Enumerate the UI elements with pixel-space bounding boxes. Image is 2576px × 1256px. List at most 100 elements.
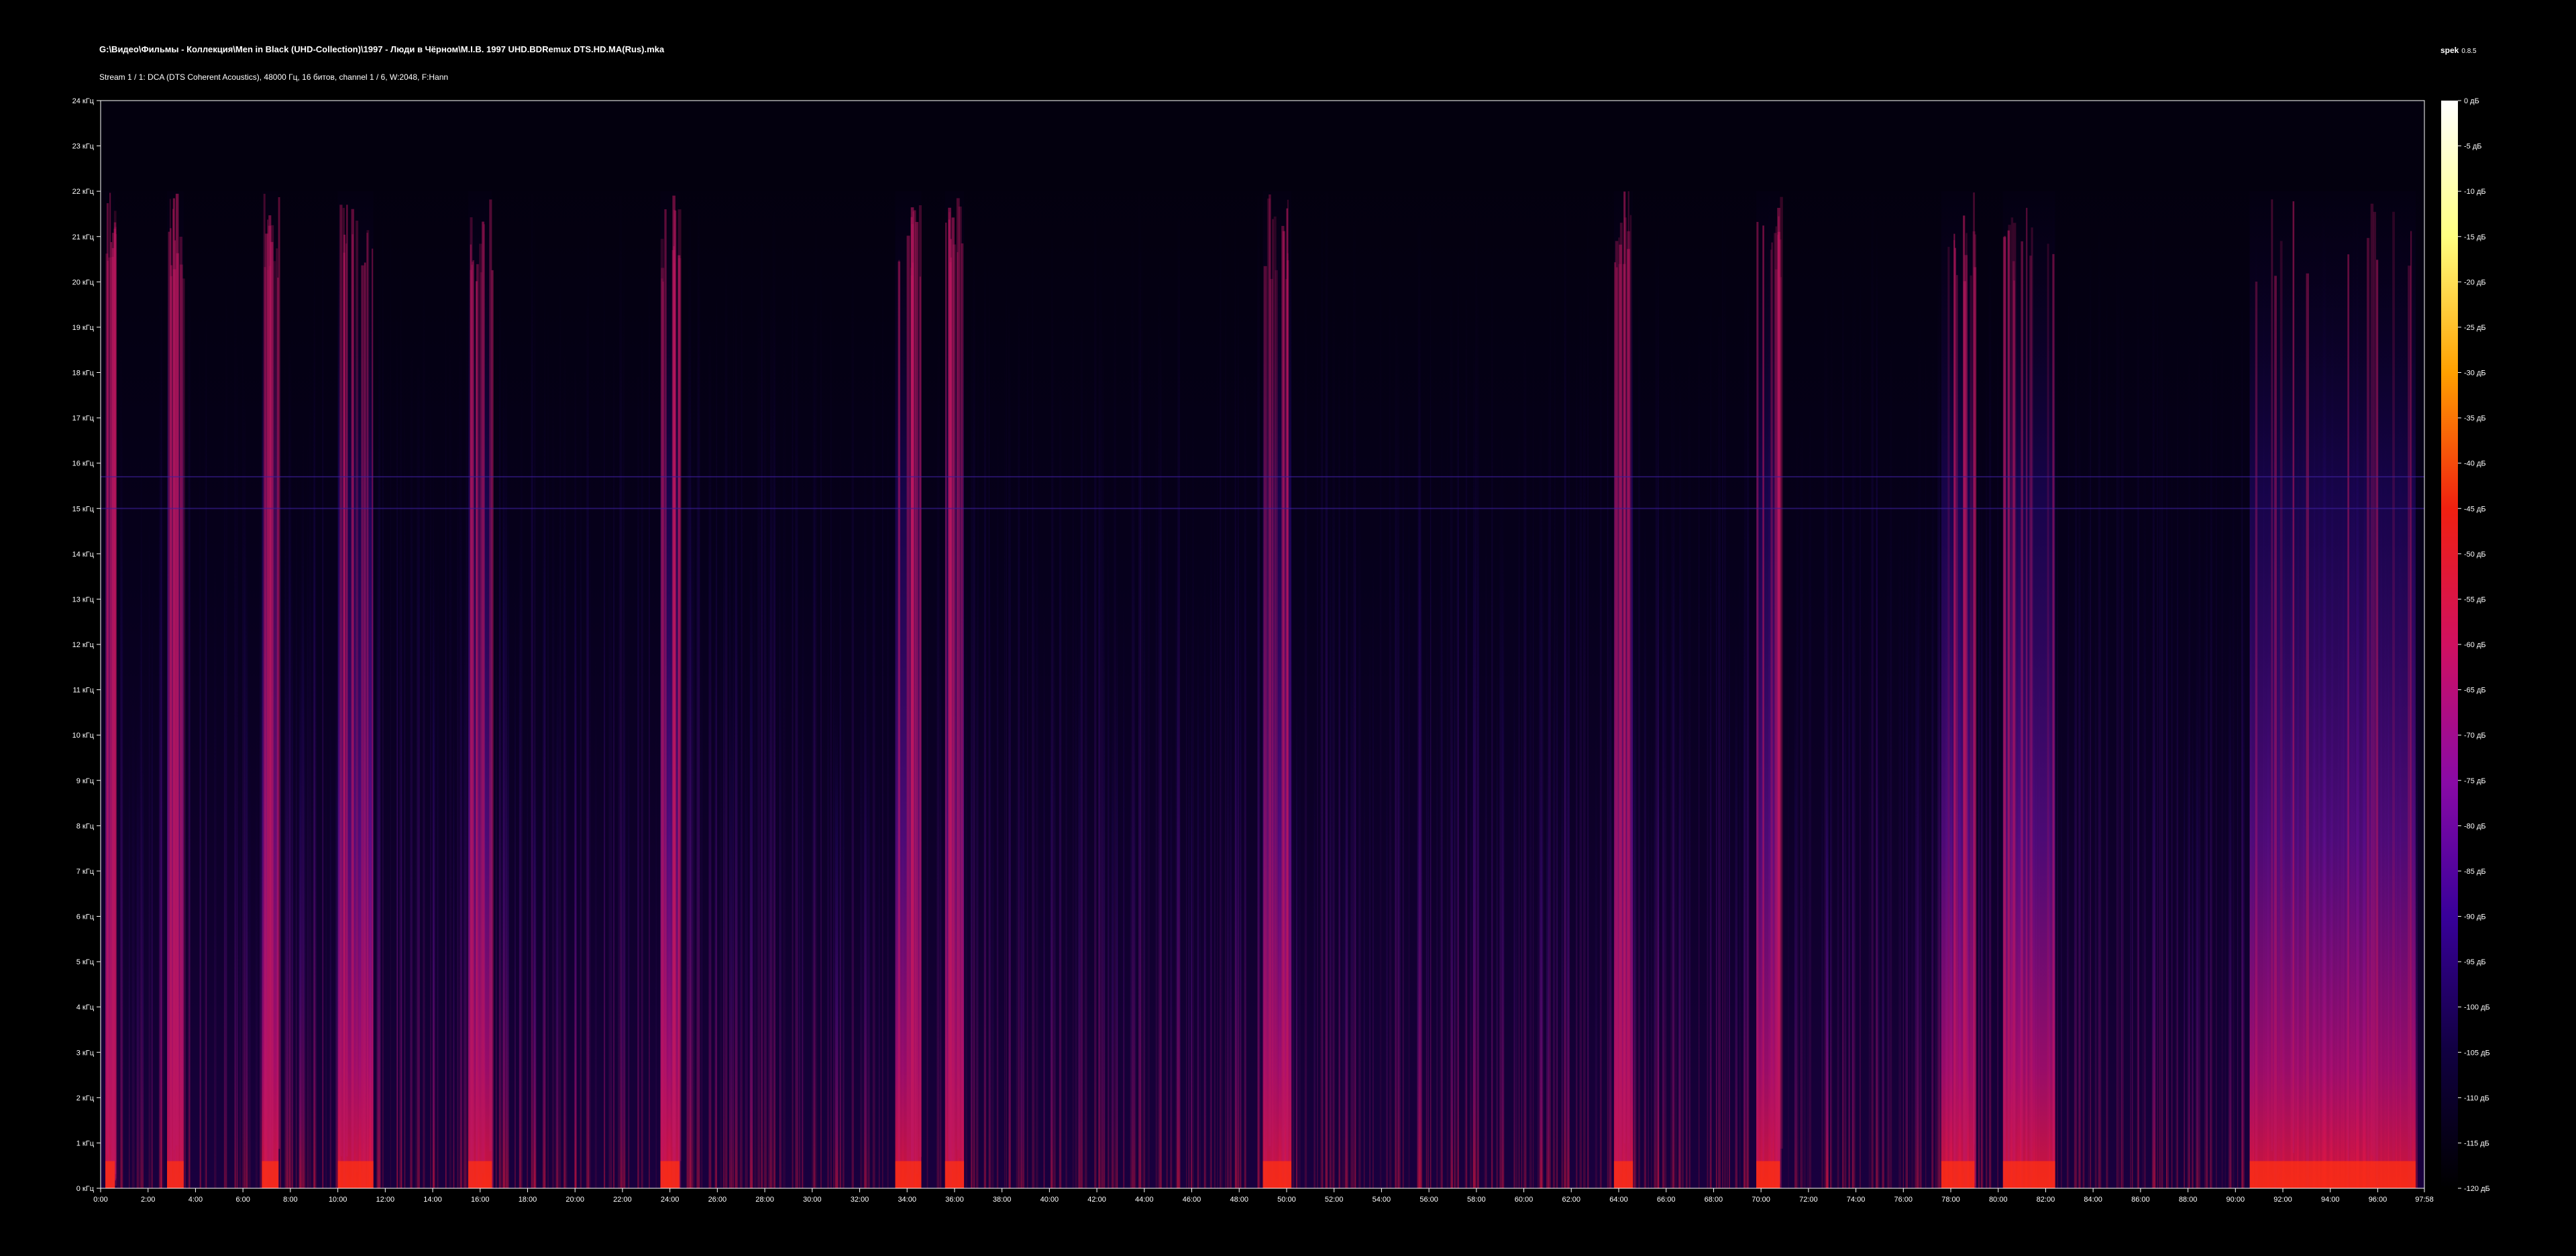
spectral-streak	[799, 685, 801, 1188]
spectral-streak	[1644, 518, 1647, 1188]
spectral-streak	[937, 309, 941, 1188]
spectral-streak	[432, 556, 435, 1188]
spectral-streak	[1728, 557, 1730, 1188]
spectral-streak	[400, 255, 402, 1188]
spectral-streak	[1166, 453, 1168, 1188]
spectral-streak	[1718, 317, 1721, 1188]
spectral-streak	[1464, 508, 1466, 1188]
spectral-streak	[1911, 483, 1914, 1188]
energy-streak	[182, 278, 185, 1188]
low-frequency-peak	[1263, 1161, 1292, 1188]
energy-streak	[953, 244, 957, 1188]
energy-streak	[2255, 281, 2258, 1188]
colorbar-tick-label: -45 дБ	[2464, 505, 2486, 513]
spectral-streak	[1131, 211, 1134, 1188]
energy-streak	[1756, 221, 1759, 1174]
y-tick-label: 17 кГц	[72, 414, 95, 422]
spectral-streak	[826, 602, 830, 1188]
spectral-streak	[830, 296, 832, 1188]
spectral-streak	[1876, 276, 1878, 1188]
x-tick-label: 88:00	[2179, 1196, 2198, 1204]
energy-streak	[470, 217, 473, 1169]
spectral-streak	[301, 479, 305, 1188]
spectral-streak	[1851, 297, 1854, 1188]
spectral-streak	[1636, 394, 1638, 1188]
spectral-streak	[1083, 502, 1085, 1188]
spectral-streak	[820, 267, 822, 1188]
spectral-streak	[655, 689, 657, 1188]
energy-streak	[661, 268, 665, 1188]
spectral-streak	[1513, 637, 1515, 1188]
spectral-streak	[2090, 249, 2092, 1188]
spectral-streak	[139, 588, 141, 1188]
spectral-streak	[1214, 473, 1216, 1188]
spectral-streak	[1546, 720, 1549, 1188]
spectral-streak	[116, 497, 119, 1188]
y-tick-label: 5 кГц	[76, 958, 95, 966]
spectral-streak	[1556, 521, 1558, 1188]
spectral-streak	[2171, 448, 2173, 1188]
x-tick-label: 14:00	[423, 1196, 442, 1204]
energy-streak	[664, 209, 667, 1161]
spectral-streak	[1809, 403, 1812, 1188]
x-tick-label: 92:00	[2273, 1196, 2292, 1204]
spectral-streak	[1035, 438, 1038, 1188]
colorbar-tick-label: -10 дБ	[2464, 188, 2486, 196]
frequency-axis: 0 кГц 1 кГц 2 кГц 3 кГц 4 кГц 5 кГц 6 кГц 7 кГц…	[72, 97, 101, 1193]
colorbar-tick-label: -25 дБ	[2464, 324, 2486, 332]
low-frequency-peak	[468, 1161, 492, 1188]
spectral-streak	[770, 288, 773, 1188]
y-tick-label: 2 кГц	[76, 1094, 95, 1102]
spectral-streak	[315, 497, 317, 1188]
spectral-streak	[1138, 526, 1140, 1188]
spectral-streak	[1997, 295, 1998, 1188]
spectral-streak	[564, 492, 566, 1188]
spectral-streak	[1529, 516, 1532, 1188]
energy-streak	[176, 253, 179, 1188]
spectral-streak	[308, 547, 309, 1188]
spectral-streak	[2167, 652, 2169, 1188]
spectral-streak	[763, 341, 767, 1188]
y-tick-label: 3 кГц	[76, 1049, 95, 1057]
spectral-streak	[1980, 449, 1982, 1188]
spectral-streak	[1446, 418, 1449, 1188]
spectral-streak	[1033, 413, 1034, 1188]
spectral-streak	[971, 632, 972, 1188]
sustained-tone-line	[101, 508, 2424, 510]
spectral-streak	[1689, 677, 1690, 1188]
x-tick-label: 74:00	[1847, 1196, 1866, 1204]
spectral-streak	[588, 640, 590, 1188]
spectral-streak	[863, 711, 865, 1188]
spectral-streak	[772, 198, 774, 1188]
spectral-streak	[1484, 728, 1487, 1188]
spectral-streak	[1094, 215, 1097, 1188]
spectral-streak	[735, 303, 737, 1188]
spectral-streak	[692, 310, 696, 1188]
energy-streak	[915, 222, 919, 1174]
spectral-streak	[248, 729, 251, 1188]
spectral-streak	[1217, 294, 1218, 1188]
spectral-streak	[2142, 559, 2143, 1188]
spectral-streak	[1317, 324, 1318, 1188]
spectral-streak	[1043, 614, 1045, 1188]
spectral-streak	[204, 327, 207, 1188]
spectral-streak	[437, 612, 438, 1188]
energy-streak	[906, 235, 910, 1188]
x-tick-label: 54:00	[1373, 1196, 1391, 1204]
energy-streak	[2025, 207, 2028, 1160]
spectral-streak	[1417, 718, 1419, 1188]
spectral-streak	[244, 403, 246, 1188]
spectral-streak	[1258, 396, 1259, 1188]
spectral-streak	[839, 438, 841, 1188]
energy-streak	[278, 196, 280, 1149]
spectral-streak	[520, 381, 523, 1188]
spectral-streak	[514, 581, 516, 1188]
spectral-streak	[1538, 650, 1539, 1188]
spectral-streak	[780, 591, 782, 1188]
spectral-streak	[1147, 329, 1150, 1188]
colorbar-gradient	[2441, 101, 2458, 1188]
spectral-streak	[377, 439, 378, 1188]
x-tick-label: 82:00	[2037, 1196, 2055, 1204]
spectral-streak	[1890, 349, 1892, 1188]
x-tick-label: 46:00	[1183, 1196, 1201, 1204]
